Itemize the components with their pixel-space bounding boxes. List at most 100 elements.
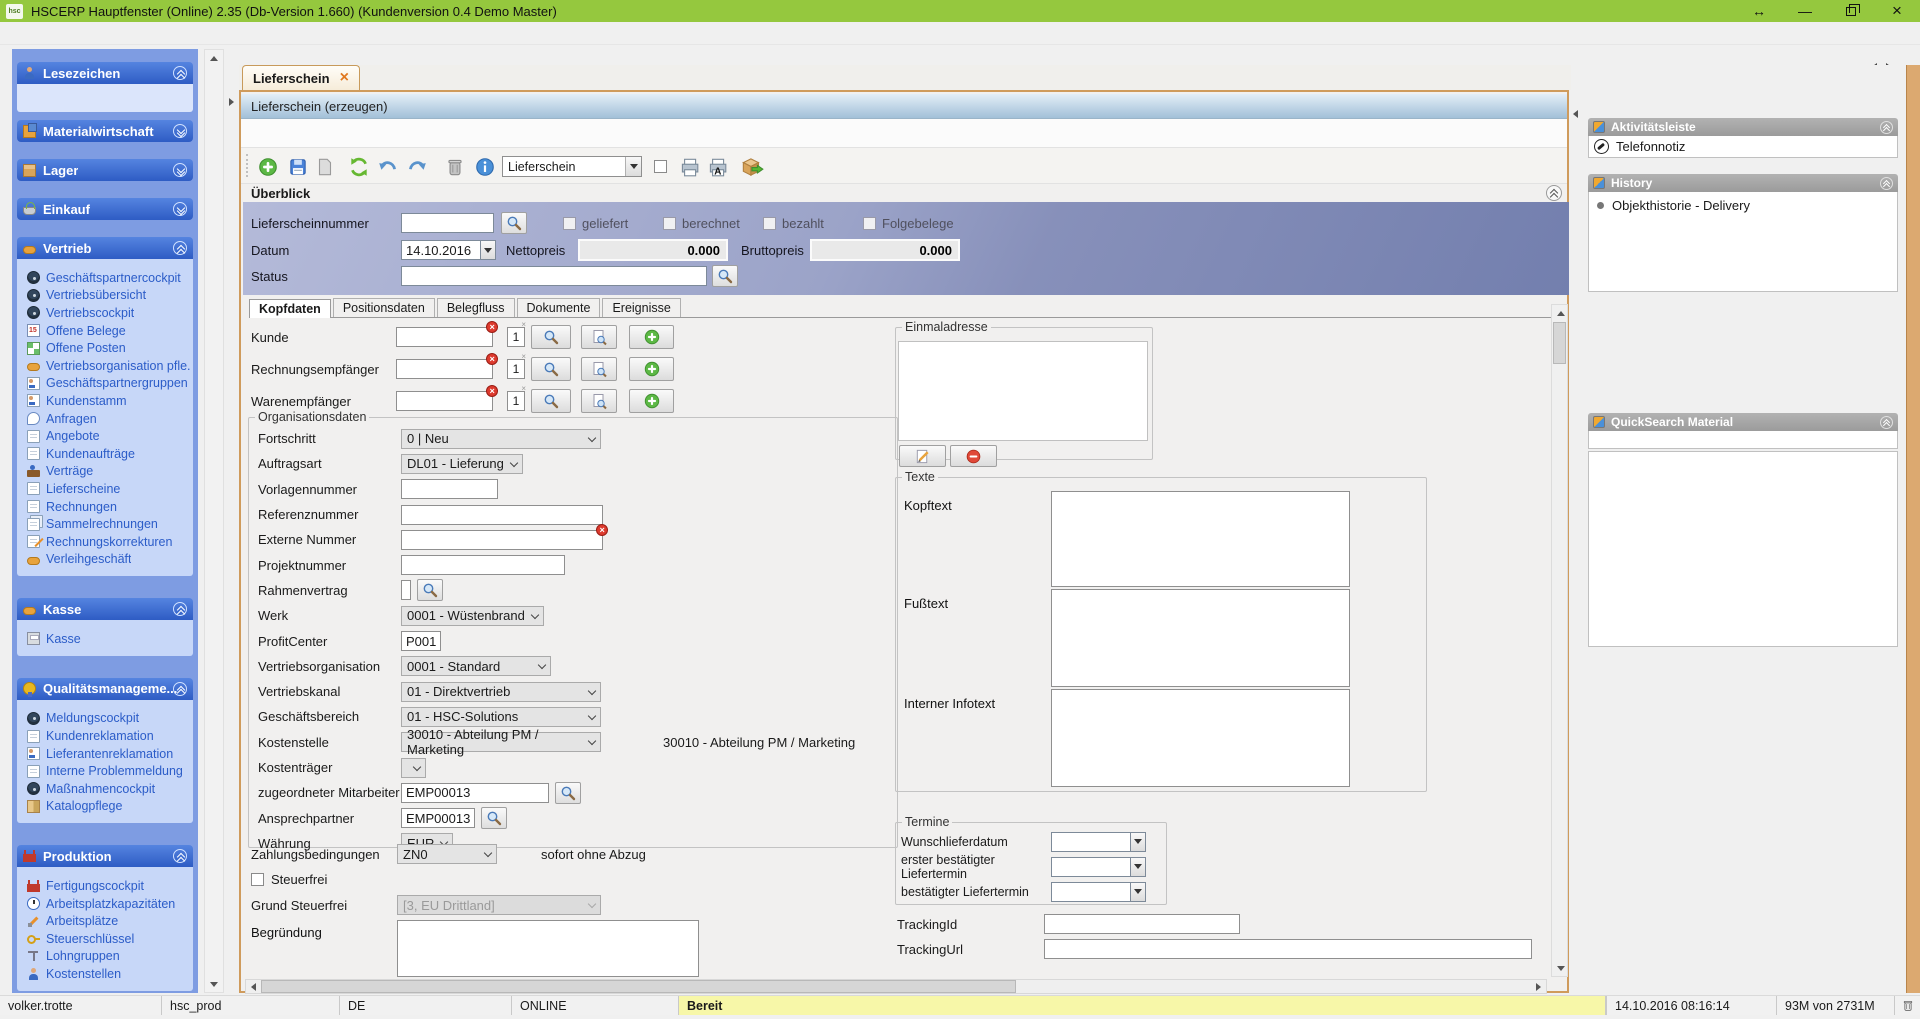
scroll-up-button[interactable] [1552, 305, 1570, 321]
tab-lieferschein[interactable]: Lieferschein × [242, 65, 360, 90]
sidebar-item[interactable]: Lieferantenreklamation [27, 745, 191, 763]
sidebar-group-header[interactable]: Lager [17, 159, 193, 181]
text-input[interactable] [401, 580, 411, 601]
toolbar-checkbox[interactable] [654, 160, 667, 173]
sidebar-group-header[interactable]: Qualitätsmanageme... [17, 677, 193, 700]
lieferscheinnummer-input[interactable] [401, 213, 494, 233]
info-button[interactable] [471, 153, 498, 180]
text-input[interactable] [401, 479, 498, 500]
tab-positionsdaten[interactable]: Positionsdaten [332, 298, 435, 317]
lookup-button[interactable] [481, 807, 508, 830]
select-field[interactable]: 0 | Neu [401, 428, 601, 449]
minimize-button[interactable]: ― [1782, 0, 1828, 22]
checkbox-icon[interactable] [563, 216, 576, 230]
text-input[interactable]: EMP00013 [401, 782, 549, 803]
document-menu-item[interactable] [285, 129, 307, 137]
steuerfrei-checkbox[interactable] [251, 873, 264, 886]
sidebar-item[interactable]: Geschäftspartnergruppen [27, 375, 191, 393]
partner-input[interactable] [396, 353, 498, 379]
sidebar-item[interactable]: Offene Posten [27, 339, 191, 357]
zahlungsbedingungen-select[interactable]: ZN0 [397, 844, 497, 864]
collapse-chevron-icon[interactable] [173, 681, 187, 698]
sidebar-item[interactable]: Angebote [27, 427, 191, 445]
sidebar-item[interactable]: Maßnahmencockpit [27, 780, 191, 798]
fusstext-textarea[interactable] [1051, 589, 1350, 687]
partner-input[interactable] [396, 385, 498, 411]
partner-count-input[interactable]: 1 [507, 320, 526, 347]
overview-collapse-icon[interactable] [1546, 185, 1562, 202]
goods-issue-button[interactable] [736, 153, 768, 180]
collapse-chevron-icon[interactable] [1880, 176, 1893, 191]
collapse-chevron-icon[interactable] [173, 849, 187, 865]
menu-item[interactable] [60, 30, 80, 36]
menu-item[interactable] [0, 30, 20, 36]
scrollbar-thumb[interactable] [261, 980, 1016, 993]
expand-chevron-icon[interactable] [173, 202, 187, 216]
checkbox-icon[interactable] [863, 216, 876, 230]
rightpanel-splitter[interactable] [1571, 65, 1580, 993]
sidebar-item[interactable]: Kundenaufträge [27, 445, 191, 463]
restore-button[interactable] [1828, 0, 1874, 22]
status-checkbox[interactable]: Folgebelege [863, 216, 963, 231]
tab-dokumente[interactable]: Dokumente [516, 298, 601, 317]
sidebar-item[interactable]: Offene Belege [27, 322, 191, 340]
termin-input[interactable] [1051, 881, 1130, 902]
sidebar-item[interactable]: Verleihgeschäft [27, 551, 191, 569]
interner-infotext-textarea[interactable] [1051, 689, 1350, 787]
trackingid-input[interactable] [1044, 914, 1240, 934]
activity-telefonnotiz[interactable]: Telefonnotiz [1588, 136, 1898, 158]
sidebar-group-header[interactable]: Vertrieb [17, 237, 193, 259]
checkbox-icon[interactable] [763, 216, 776, 230]
termin-datepicker[interactable] [1051, 881, 1146, 902]
tab-ereignisse[interactable]: Ereignisse [602, 298, 681, 317]
panel-header[interactable]: History [1588, 174, 1898, 192]
sidebar-group-header[interactable]: Materialwirtschaft [17, 120, 193, 142]
menu-item[interactable] [40, 30, 60, 36]
partner-preview-button[interactable] [581, 357, 617, 381]
tab-close-icon[interactable]: × [340, 70, 349, 86]
sidebar-item[interactable]: Anfragen [27, 410, 191, 428]
sidebar-item[interactable]: Interne Problemmeldung [27, 762, 191, 780]
undo-button[interactable] [374, 153, 401, 180]
print-button[interactable] [675, 153, 702, 180]
sidebar-item[interactable]: Arbeitsplätze [27, 912, 191, 930]
sidebar-group-header[interactable]: Lesezeichen [17, 62, 193, 84]
refresh-button[interactable] [345, 153, 372, 180]
partner-count-input[interactable]: 1 [507, 352, 526, 379]
history-item[interactable]: Objekthistorie - Delivery [1597, 198, 1889, 213]
termin-dropdown-icon[interactable] [1130, 831, 1146, 852]
partner-add-button[interactable] [629, 357, 674, 381]
select-field[interactable]: 01 - Direktvertrieb [401, 681, 601, 702]
partner-input[interactable] [396, 321, 498, 347]
document-menu-item[interactable] [241, 129, 263, 137]
partner-add-button[interactable] [629, 325, 674, 349]
sidebar-group-header[interactable]: Produktion [17, 845, 193, 868]
text-input[interactable]: P001 [401, 631, 442, 652]
datum-input[interactable]: 14.10.2016 [401, 240, 480, 260]
select-field[interactable]: DL01 - Lieferung [401, 453, 523, 474]
panel-header[interactable]: Aktivitätsleiste [1588, 118, 1898, 136]
new-document-button[interactable] [311, 153, 338, 180]
partner-count-input[interactable]: 1 [507, 384, 526, 411]
print-preview-button[interactable]: A [703, 153, 730, 180]
begruendung-textarea[interactable] [397, 920, 699, 977]
scroll-down-button[interactable] [205, 976, 223, 992]
termin-input[interactable] [1051, 831, 1130, 852]
lookup-button[interactable] [417, 579, 443, 602]
redo-button[interactable] [403, 153, 430, 180]
menu-item[interactable] [20, 30, 40, 36]
checkbox-icon[interactable] [663, 216, 676, 230]
scroll-left-button[interactable] [246, 980, 261, 993]
datum-dropdown-icon[interactable] [480, 240, 496, 260]
document-menu-item[interactable] [263, 129, 285, 137]
scroll-right-button[interactable] [1531, 980, 1546, 993]
einmaladresse-remove-button[interactable] [950, 445, 997, 467]
sidebar-scrollbar[interactable] [204, 49, 224, 993]
form-horizontal-scrollbar[interactable] [245, 979, 1547, 994]
select-field[interactable] [401, 757, 426, 778]
expand-chevron-icon[interactable] [173, 163, 187, 177]
sidebar-item[interactable]: Meldungscockpit [27, 710, 191, 728]
collapse-chevron-icon[interactable] [1880, 415, 1893, 430]
collapse-chevron-icon[interactable] [173, 241, 187, 257]
collapse-chevron-icon[interactable] [173, 66, 187, 82]
